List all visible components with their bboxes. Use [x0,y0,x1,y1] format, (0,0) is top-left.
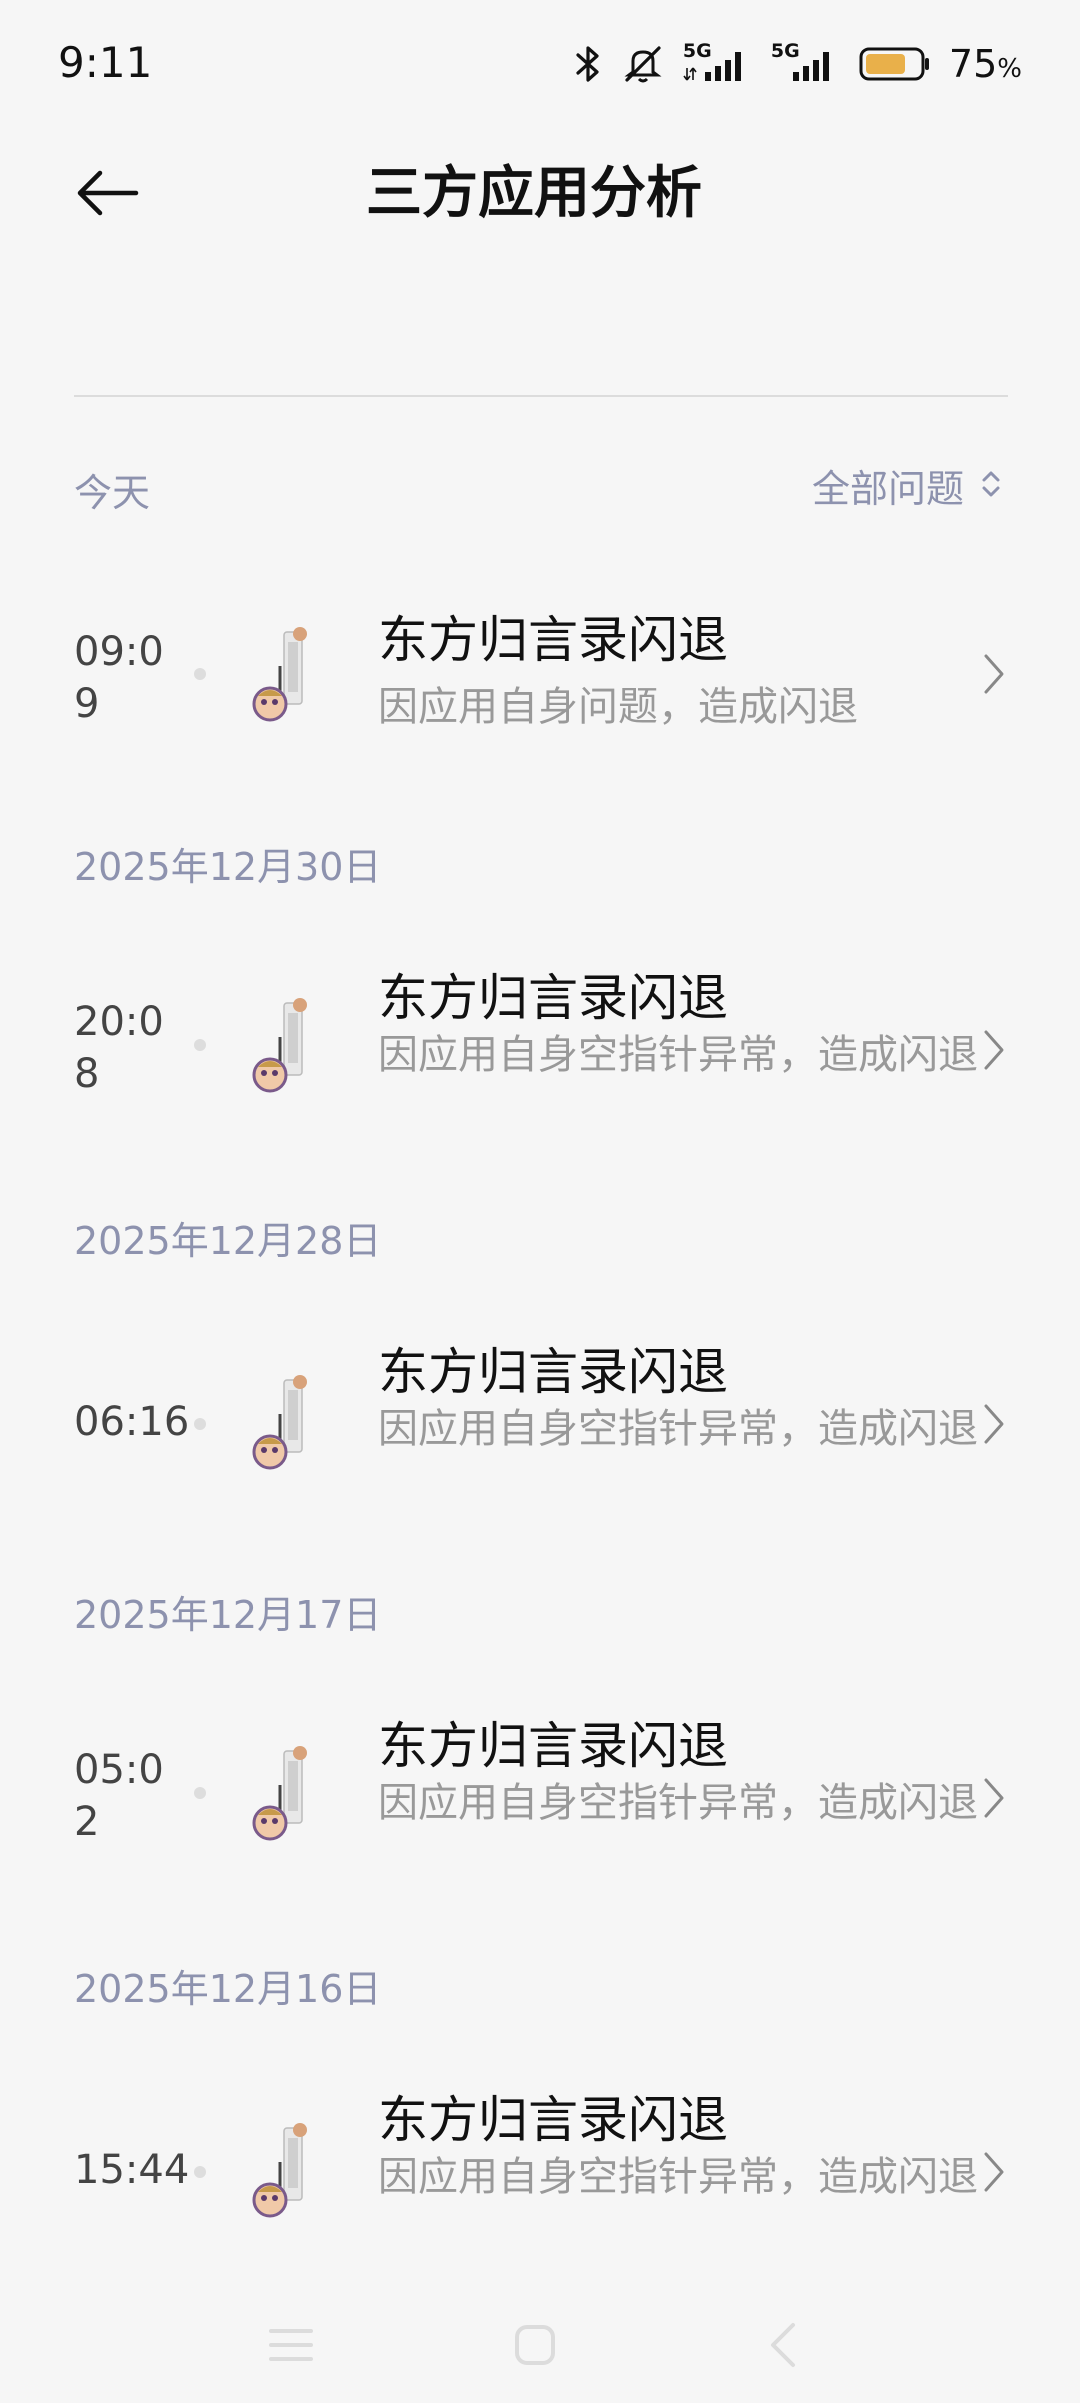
mute-bell-icon [621,42,665,86]
crash-log-item[interactable]: 09:09 东方归言录闪退 因应用自身问题，造成闪退 [0,600,1080,830]
arrow-left-icon [74,168,140,222]
crash-log-item[interactable]: 05:02 东方归言录闪退 因应用自身空指针异常，造成闪退 [0,1706,1080,1936]
app-icon [252,2123,307,2218]
date-header: 2025年12月17日 [74,1593,382,1637]
app-icon [252,1746,307,1841]
app-icon [252,627,307,722]
chevron-right-icon [984,654,1004,694]
chevron-right-icon [984,2152,1004,2192]
crash-log-item[interactable]: 15:44 东方归言录闪退 因应用自身空指针异常，造成闪退 [0,2080,1080,2310]
crash-time: 06:16 [74,1399,190,1445]
date-header-today: 今天 [74,471,151,515]
date-header: 2025年12月16日 [74,1967,382,2011]
chevron-right-icon [984,1778,1004,1818]
bluetooth-icon [573,44,603,84]
crash-description: 因应用自身空指针异常，造成闪退 [378,1032,978,1078]
crash-title: 东方归言录闪退 [378,969,728,1027]
crash-time: 09:09 [74,629,164,727]
date-header: 2025年12月30日 [74,845,382,889]
timeline-dot [194,668,206,680]
home-button[interactable] [500,2312,570,2382]
app-icon [252,998,307,1093]
battery-icon [859,46,931,82]
timeline-dot [194,2166,206,2178]
crash-description: 因应用自身空指针异常，造成闪退 [378,1406,978,1452]
timeline-dot [194,1418,206,1430]
crash-title: 东方归言录闪退 [378,2091,728,2149]
recent-apps-button[interactable] [256,2312,326,2382]
crash-log-item[interactable]: 06:16 东方归言录闪退 因应用自身空指针异常，造成闪退 [0,1332,1080,1562]
status-icons: 5G 5G 75% [573,38,1022,90]
timeline-dot [194,1039,206,1051]
timeline-dot [194,1787,206,1799]
top-app-bar: 三方应用分析 [0,130,1080,240]
crash-time: 15:44 [74,2147,190,2193]
status-time: 9:11 [58,38,153,87]
home-square-icon [513,2323,557,2371]
chevron-right-icon [984,1030,1004,1070]
chevron-right-icon [984,1404,1004,1444]
crash-title: 东方归言录闪退 [378,611,728,669]
crash-time: 05:02 [74,1747,164,1845]
back-triangle-icon [767,2321,799,2373]
issue-filter-dropdown[interactable]: 全部问题 [812,458,1002,513]
system-navigation-bar [0,2290,1080,2403]
battery-percent: 75% [948,42,1022,86]
filter-label: 全部问题 [811,467,964,511]
crash-description: 因应用自身空指针异常，造成闪退 [378,1780,978,1826]
status-bar: 9:11 5G 5G 75% [0,0,1080,130]
crash-time: 20:08 [74,999,164,1097]
back-nav-button[interactable] [748,2312,818,2382]
menu-icon [267,2325,315,2369]
crash-title: 东方归言录闪退 [378,1343,728,1401]
crash-description: 因应用自身空指针异常，造成闪退 [378,2154,978,2200]
signal-icon-2: 5G [771,40,841,86]
date-header: 2025年12月28日 [74,1219,382,1263]
crash-title: 东方归言录闪退 [378,1717,728,1775]
back-button[interactable] [62,150,152,240]
header-divider [74,395,1008,397]
crash-description: 因应用自身问题，造成闪退 [378,684,858,730]
crash-log-item[interactable]: 20:08 东方归言录闪退 因应用自身空指针异常，造成闪退 [0,958,1080,1188]
sort-updown-icon [980,467,1002,505]
app-icon [252,1375,307,1470]
page-title: 三方应用分析 [366,161,702,226]
signal-icon-1: 5G [683,40,753,86]
